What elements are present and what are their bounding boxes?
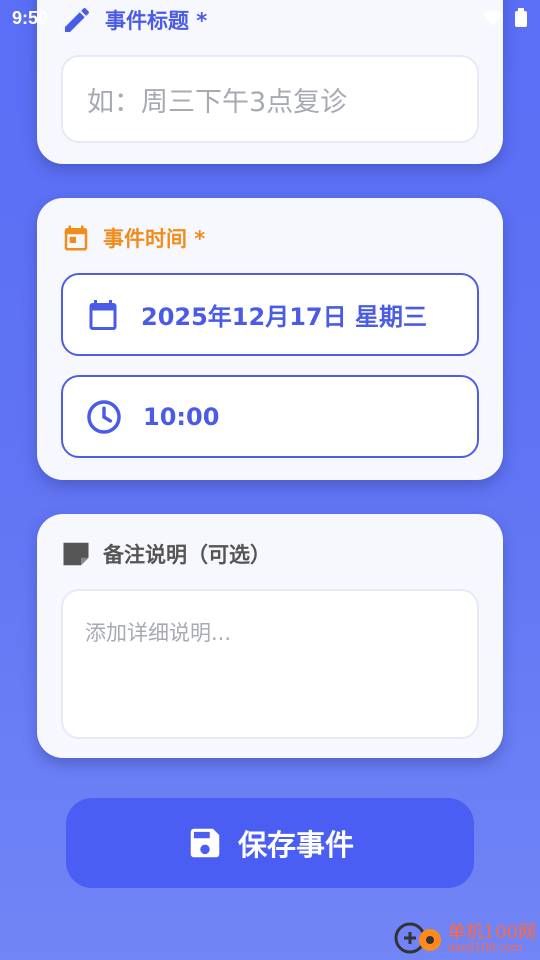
wifi-icon: [483, 10, 503, 26]
status-bar: 9:50: [0, 0, 540, 36]
note-icon: [63, 542, 89, 566]
event-title-placeholder: 如：周三下午3点复诊: [87, 86, 348, 118]
watermark: 单机100网 danji100.com: [392, 918, 536, 958]
time-value: 10:00: [143, 402, 220, 431]
battery-icon: [515, 8, 527, 27]
notes-card-label: 备注说明（可选）: [103, 543, 271, 567]
event-title-input[interactable]: 如：周三下午3点复诊: [61, 55, 479, 143]
notes-card: 备注说明（可选） 添加详细说明...: [37, 514, 503, 758]
time-picker-field[interactable]: 10:00: [61, 375, 479, 458]
save-button-label: 保存事件: [237, 828, 354, 862]
watermark-main-text: 单机100网: [447, 921, 536, 943]
notes-card-header: 备注说明（可选）: [61, 539, 271, 569]
date-picker-field[interactable]: 2025年12月17日 星期三: [61, 273, 479, 356]
save-icon: [190, 828, 220, 858]
save-event-button[interactable]: 保存事件: [66, 798, 474, 888]
time-card-label: 事件时间 *: [103, 227, 206, 251]
time-card: 事件时间 * 2025年12月17日 星期三 10:00: [37, 198, 503, 480]
calendar-icon: [89, 299, 117, 330]
calendar-icon: [64, 225, 88, 251]
clock-icon: [87, 399, 121, 434]
status-icons: [482, 8, 528, 28]
status-time: 9:50: [12, 8, 49, 28]
watermark-logo-icon: [394, 922, 441, 954]
time-card-header: 事件时间 *: [61, 223, 205, 253]
date-value: 2025年12月17日 星期三: [141, 303, 427, 331]
notes-placeholder: 添加详细说明...: [85, 621, 232, 645]
watermark-sub-text: danji100.com: [447, 940, 523, 954]
notes-textarea[interactable]: 添加详细说明...: [61, 589, 479, 739]
